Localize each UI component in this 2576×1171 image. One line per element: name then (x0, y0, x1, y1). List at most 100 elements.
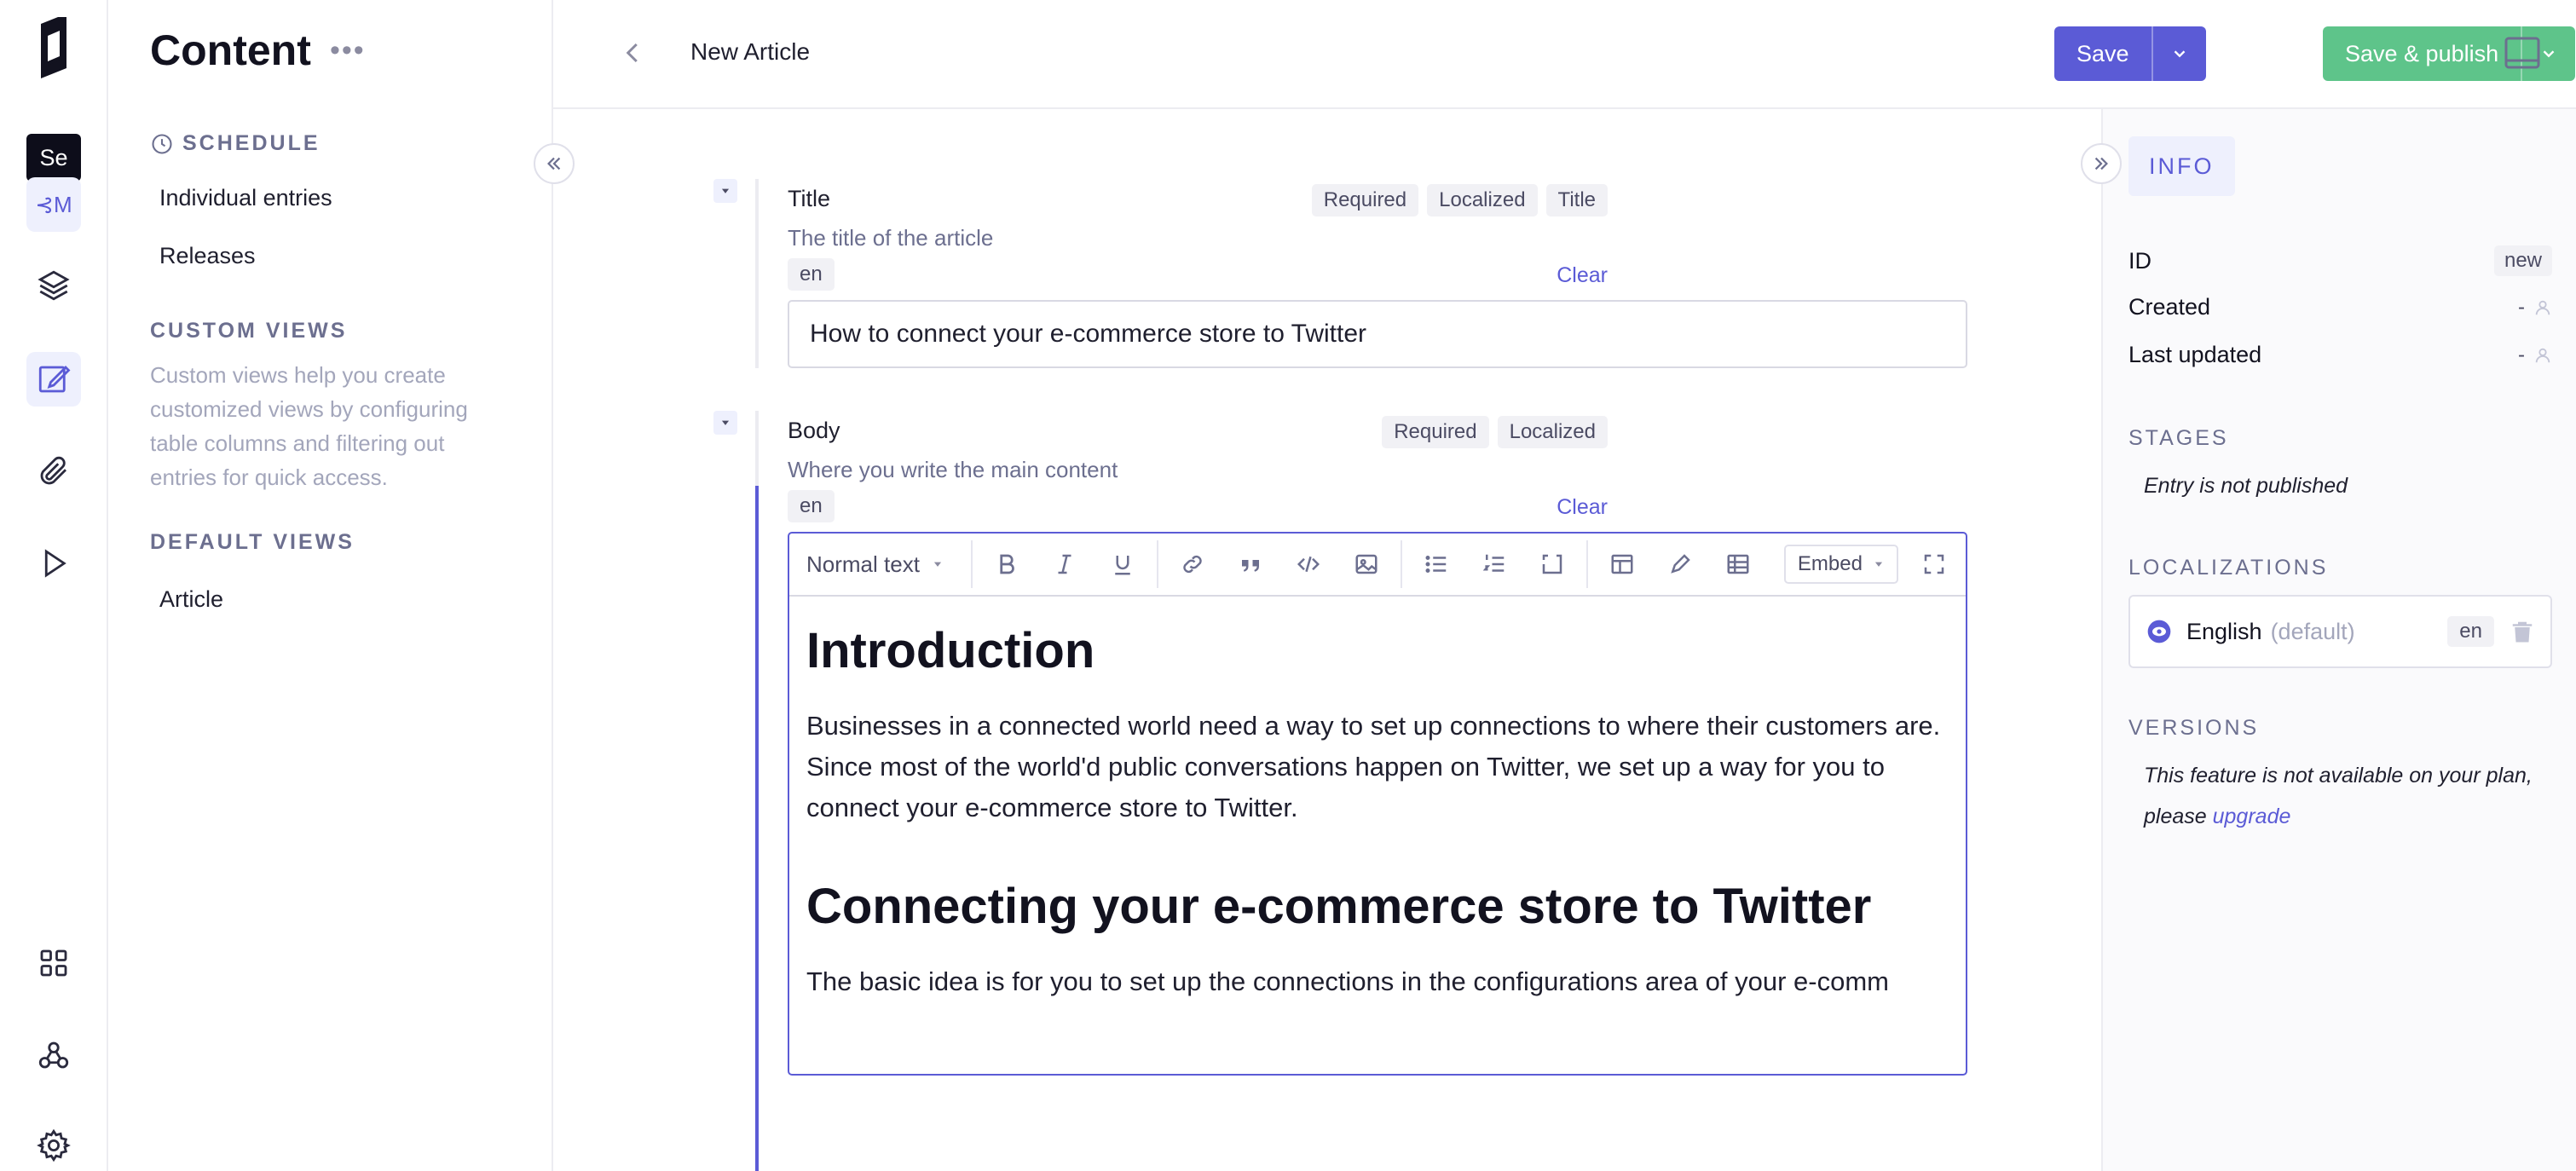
sidebar-item-individual-entries[interactable]: Individual entries (159, 185, 332, 211)
pen-icon[interactable] (1651, 540, 1709, 588)
locale-code: en (2447, 616, 2494, 647)
tag-localized: Localized (1497, 416, 1608, 448)
upgrade-link[interactable]: upgrade (2213, 805, 2291, 828)
webhooks-icon[interactable] (26, 1028, 81, 1082)
collapse-field-icon[interactable] (713, 179, 737, 203)
info-id-value: new (2493, 245, 2552, 276)
save-publish-button[interactable]: Save & publish (2323, 26, 2521, 81)
schedule-section: SCHEDULE (150, 131, 321, 156)
eye-icon[interactable] (2146, 618, 2173, 645)
toggle-panel-icon[interactable] (2504, 36, 2540, 70)
title-clear-link[interactable]: Clear (1557, 263, 1608, 288)
content-sidebar: Content ••• SCHEDULE Individual entries … (108, 0, 553, 1171)
toolbar-divider (1400, 540, 1402, 588)
bold-icon[interactable] (978, 540, 1036, 588)
embed-label: Embed (1797, 552, 1863, 575)
hygraph-logo-icon[interactable] (32, 14, 77, 85)
quote-icon[interactable] (1222, 540, 1279, 588)
chevron-down-icon (2543, 50, 2555, 58)
image-icon[interactable] (1337, 540, 1395, 588)
code-icon[interactable] (1279, 540, 1337, 588)
custom-views-label: CUSTOM VIEWS (150, 319, 348, 343)
icon-rail: Se ⊰M (0, 0, 108, 1171)
underline-icon[interactable] (1094, 540, 1152, 588)
schedule-label: SCHEDULE (182, 131, 321, 155)
link-icon[interactable] (1164, 540, 1222, 588)
layers-icon[interactable] (26, 258, 81, 313)
info-updated-row: Last updated - (2128, 342, 2552, 368)
localizations-label: LOCALIZATIONS (2128, 556, 2329, 580)
more-options-icon[interactable]: ••• (330, 34, 366, 67)
page-title: New Article (690, 38, 811, 65)
save-button[interactable]: Save (2054, 26, 2151, 81)
editor-main: Title Required Localized Title The title… (553, 109, 2101, 1171)
editor-content[interactable]: Introduction Businesses in a connected w… (789, 597, 1966, 1067)
versions-text: This feature is not available on your pl… (2144, 755, 2553, 837)
collapse-field-icon[interactable] (713, 411, 737, 435)
heading-connecting[interactable]: Connecting your e-commerce store to Twit… (806, 873, 1949, 941)
fullscreen-icon[interactable] (1910, 540, 1958, 588)
custom-views-description: Custom views help you create customized … (150, 362, 468, 490)
title-field-help: The title of the article (788, 225, 994, 251)
tag-required: Required (1382, 416, 1489, 448)
tooltip: Se (26, 134, 81, 182)
chevron-down-icon (2174, 50, 2185, 58)
paperclip-icon[interactable] (26, 444, 81, 499)
block-type-value: Normal text (806, 551, 920, 577)
play-icon[interactable] (26, 536, 81, 591)
save-options-button[interactable] (2151, 26, 2206, 81)
body-clear-link[interactable]: Clear (1557, 495, 1608, 520)
sidebar-item-releases[interactable]: Releases (159, 243, 256, 269)
info-created-label: Created (2128, 294, 2211, 320)
block-type-select[interactable]: Normal text (806, 551, 966, 578)
save-split-button: Save (2054, 26, 2206, 81)
field-rail (755, 179, 759, 368)
schema-nav-button[interactable]: ⊰M (26, 177, 81, 232)
embed-select[interactable]: Embed (1783, 545, 1898, 584)
tag-localized: Localized (1427, 184, 1538, 216)
trash-icon[interactable] (2510, 619, 2535, 644)
caret-down-icon (1874, 562, 1883, 567)
bullet-list-icon[interactable] (1407, 540, 1465, 588)
info-updated-label: Last updated (2128, 342, 2262, 367)
collapse-info-panel-button[interactable] (2081, 143, 2122, 184)
embed-block-icon[interactable] (1523, 540, 1581, 588)
locale-default-label: (default) (2270, 618, 2355, 644)
tag-required: Required (1311, 184, 1419, 216)
default-views-label: DEFAULT VIEWS (150, 530, 355, 554)
body-field-label: Body (788, 418, 840, 443)
user-icon (2535, 348, 2550, 362)
sidebar-item-article[interactable]: Article (159, 586, 223, 613)
back-button[interactable] (613, 32, 654, 73)
editor-header: New Article Save Save & publish (553, 0, 2576, 109)
content-edit-icon[interactable] (26, 352, 81, 407)
settings-gear-icon[interactable] (26, 1118, 81, 1171)
rich-text-editor: Normal text Embed Introduction Businesse… (788, 532, 1967, 1076)
sidebar-title: Content (150, 26, 311, 74)
info-created-row: Created - (2128, 294, 2552, 320)
double-chevron-right-icon (2094, 157, 2108, 170)
info-id-row: ID new (2128, 245, 2552, 276)
editor-toolbar: Normal text Embed (789, 534, 1966, 597)
info-id-label: ID (2128, 247, 2151, 274)
body-locale-chip: en (788, 490, 835, 522)
double-chevron-left-icon (547, 157, 561, 170)
title-locale-chip: en (788, 258, 835, 291)
tab-info[interactable]: INFO (2128, 136, 2235, 196)
heading-introduction[interactable]: Introduction (806, 617, 1949, 685)
body-field-help: Where you write the main content (788, 457, 1118, 482)
paragraph[interactable]: Businesses in a connected world need a w… (806, 706, 1949, 828)
body-field-tags: Required Localized (1382, 416, 1608, 448)
title-input[interactable]: How to connect your e-commerce store to … (788, 300, 1967, 368)
apps-grid-icon[interactable] (26, 936, 81, 990)
clock-icon (152, 133, 172, 154)
numbered-list-icon[interactable] (1465, 540, 1523, 588)
info-updated-value: - (2518, 343, 2525, 366)
chevron-left-icon (626, 43, 638, 63)
italic-icon[interactable] (1036, 540, 1094, 588)
paragraph[interactable]: The basic idea is for you to set up the … (806, 961, 1949, 1002)
collapse-sidebar-button[interactable] (534, 143, 575, 184)
active-field-rail (755, 486, 759, 1171)
layout-icon[interactable] (1593, 540, 1651, 588)
table-icon[interactable] (1709, 540, 1767, 588)
